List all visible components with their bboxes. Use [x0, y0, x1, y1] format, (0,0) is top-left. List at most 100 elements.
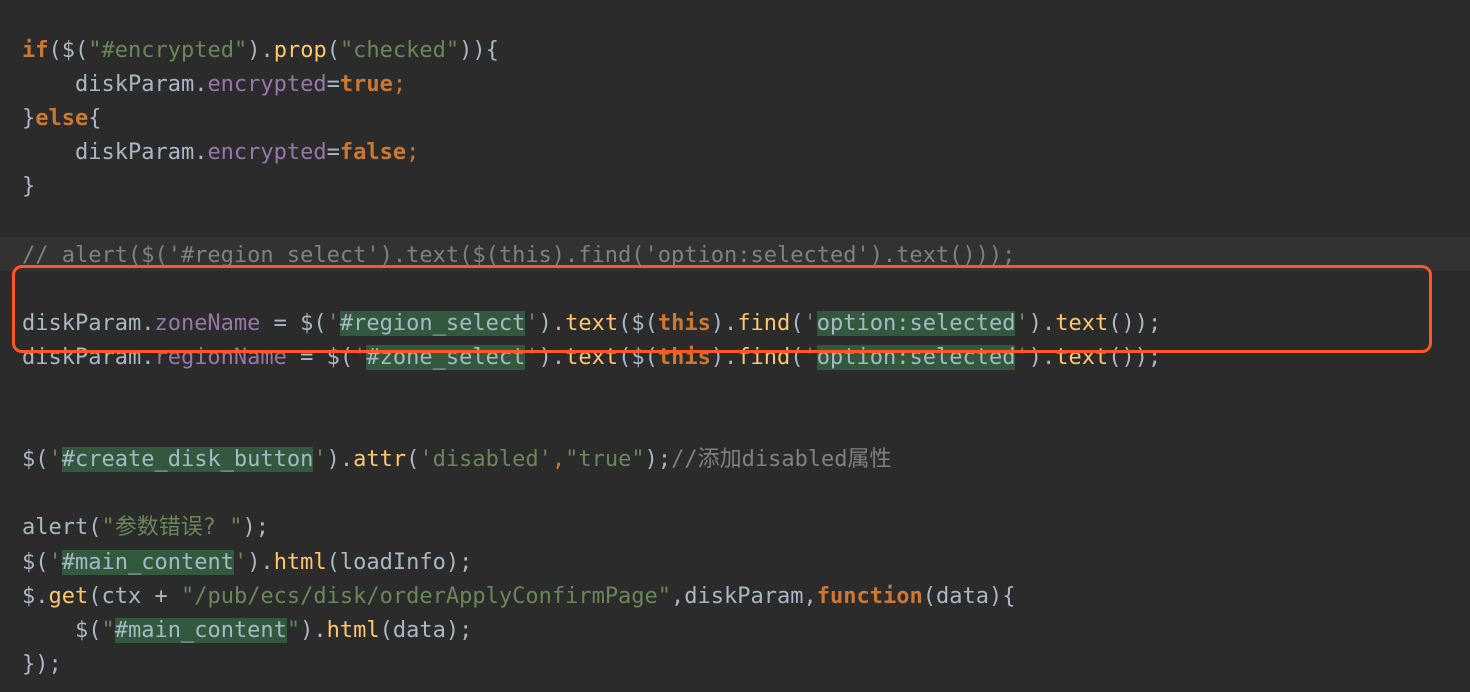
string-quote: ' [327, 311, 340, 336]
code-text [22, 618, 75, 643]
method-html: html [274, 550, 327, 575]
code-text: ). [711, 345, 738, 370]
property: regionName [154, 345, 286, 370]
property: zoneName [154, 311, 260, 336]
string-quote: ' [1015, 311, 1028, 336]
code-text: diskParam. [22, 311, 154, 336]
code-text: ). [300, 618, 327, 643]
keyword-true: true [340, 72, 393, 97]
code-text: ($( [618, 345, 658, 370]
code-text: ( [327, 38, 340, 63]
code-text: (loadInfo); [327, 550, 473, 575]
string-literal: 'disabled' [419, 447, 551, 472]
string-literal: "checked" [340, 38, 459, 63]
code-text: ( [790, 345, 803, 370]
comment: //添加disabled属性 [671, 447, 891, 472]
string-literal: "#encrypted" [88, 38, 247, 63]
code-text [22, 72, 75, 97]
method-get: get [49, 584, 89, 609]
string-selector: #region_select [340, 311, 525, 336]
string-quote: " [287, 618, 300, 643]
code-text: (ctx + [88, 584, 181, 609]
string-selector: #zone_select [366, 345, 525, 370]
keyword-false: false [340, 140, 406, 165]
property: encrypted [207, 72, 326, 97]
string-quote: ' [313, 447, 326, 472]
string-quote: ' [525, 345, 538, 370]
method-text: text [1055, 311, 1108, 336]
code-text: ($( [49, 38, 89, 63]
code-text: = $( [287, 345, 353, 370]
code-text: ). [539, 345, 566, 370]
property: encrypted [207, 140, 326, 165]
code-text: ); [242, 515, 269, 540]
method-text: text [565, 311, 618, 336]
code-text: = [327, 140, 340, 165]
code-text: = [327, 72, 340, 97]
method-attr: attr [353, 447, 406, 472]
string-quote: ' [804, 345, 817, 370]
code-text: { [88, 106, 101, 131]
code-text: ()); [1108, 311, 1161, 336]
string-selector: #main_content [115, 618, 287, 643]
code-text: } [22, 106, 35, 131]
code-text: } [22, 174, 35, 199]
string-quote: ' [1015, 345, 1028, 370]
code-text: ); [645, 447, 672, 472]
code-text: ). [539, 311, 566, 336]
string-quote: ' [525, 311, 538, 336]
keyword-this: this [658, 345, 711, 370]
code-text: diskParam. [75, 140, 207, 165]
code-text: (data); [380, 618, 473, 643]
string-selector: #main_content [62, 550, 234, 575]
string-selector: option:selected [817, 345, 1016, 370]
code-text: ( [406, 447, 419, 472]
code-text: ). [1029, 345, 1056, 370]
keyword-if: if [22, 38, 49, 63]
semicolon: ; [393, 72, 406, 97]
code-text: ( [790, 311, 803, 336]
method-html: html [327, 618, 380, 643]
method-find: find [737, 345, 790, 370]
keyword-else: else [35, 106, 88, 131]
code-editor[interactable]: if($("#encrypted").prop("checked")){ dis… [0, 0, 1470, 682]
code-text: = $( [260, 311, 326, 336]
keyword-function: function [817, 584, 923, 609]
comment: // alert($('#region_select').text($(this… [22, 243, 1015, 268]
code-text: alert( [22, 515, 101, 540]
code-text: }); [22, 652, 62, 677]
method-prop: prop [274, 38, 327, 63]
semicolon: ; [406, 140, 419, 165]
method-text: text [1055, 345, 1108, 370]
method-text: text [565, 345, 618, 370]
code-text: diskParam. [22, 345, 154, 370]
code-text: $( [22, 447, 49, 472]
code-text: )){ [459, 38, 499, 63]
keyword-this: this [658, 311, 711, 336]
comma: , [552, 447, 565, 472]
code-text: ). [711, 311, 738, 336]
string-quote: ' [49, 550, 62, 575]
string-selector: #create_disk_button [62, 447, 314, 472]
string-selector: option:selected [817, 311, 1016, 336]
code-text: ). [327, 447, 354, 472]
string-literal: "参数错误? " [101, 515, 242, 540]
string-quote: ' [353, 345, 366, 370]
string-literal: "/pub/ecs/disk/orderApplyConfirmPage" [181, 584, 671, 609]
code-text: ). [247, 550, 274, 575]
code-text: ). [247, 38, 274, 63]
code-text: $( [75, 618, 102, 643]
code-text: ($( [618, 311, 658, 336]
method-find: find [737, 311, 790, 336]
code-text: ). [1029, 311, 1056, 336]
code-text [22, 140, 75, 165]
string-literal: "true" [565, 447, 644, 472]
string-quote: ' [49, 447, 62, 472]
code-text: diskParam. [75, 72, 207, 97]
string-quote: " [101, 618, 114, 643]
code-text: ,diskParam, [671, 584, 817, 609]
code-text: (data){ [923, 584, 1016, 609]
string-quote: ' [234, 550, 247, 575]
code-text: $. [22, 584, 49, 609]
code-text: $( [22, 550, 49, 575]
